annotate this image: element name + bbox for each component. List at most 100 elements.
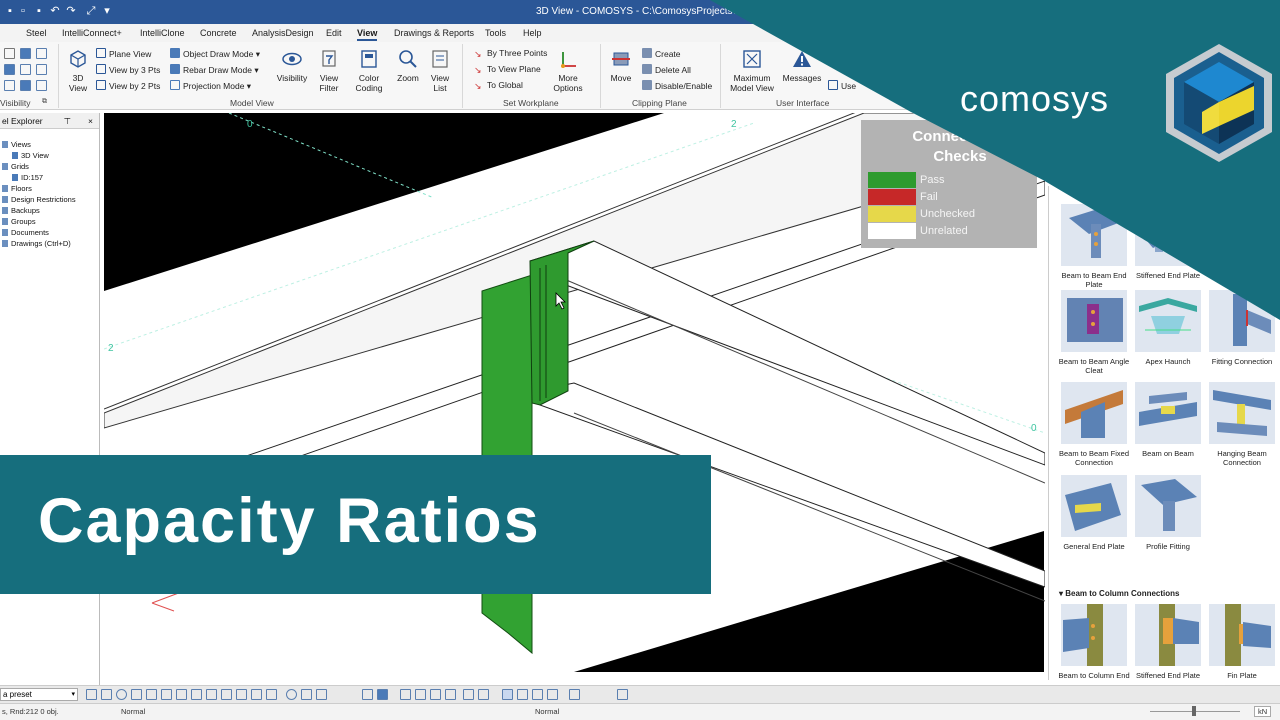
move-clipping-button[interactable]: Move	[606, 48, 636, 83]
save-as-icon[interactable]: ▪	[32, 4, 46, 18]
tangent-snap-icon[interactable]	[478, 689, 489, 700]
color-coding-button[interactable]: Color Coding	[350, 48, 388, 93]
connection-fin-plate[interactable]: Fin Plate	[1205, 604, 1279, 680]
rebar-snap-icon[interactable]	[266, 689, 277, 700]
customize-toolbar-icon[interactable]: ▾	[100, 4, 114, 18]
connection-profile-fitting[interactable]: Profile Fitting	[1131, 475, 1205, 551]
tree-item-3d-view[interactable]: 3D View	[12, 150, 49, 161]
connection-column-stiffened-end-plate[interactable]: Stiffened End Plate	[1131, 604, 1205, 680]
view-list-button[interactable]: View List	[426, 48, 454, 93]
fullscreen-icon[interactable]: ⤢	[84, 4, 98, 18]
3d-view-button[interactable]: 3D View	[64, 48, 92, 93]
select-filter-icon[interactable]	[377, 689, 388, 700]
messages-button[interactable]: Messages	[782, 48, 822, 83]
move-icon[interactable]	[502, 689, 513, 700]
workplane-icon[interactable]	[569, 689, 580, 700]
tab-analysisdesign[interactable]: AnalysisDesign	[252, 28, 314, 38]
plate-icon[interactable]	[20, 64, 31, 75]
zoom-button[interactable]: Zoom	[394, 48, 422, 83]
by-three-points-button[interactable]: ↘ By Three Points	[474, 48, 547, 59]
connection-apex-haunch[interactable]: Apex Haunch	[1131, 290, 1205, 366]
create-clipping-button[interactable]: Create	[642, 48, 681, 60]
tab-drawings-reports[interactable]: Drawings & Reports	[394, 28, 474, 38]
midpoint-snap-icon[interactable]	[445, 689, 456, 700]
measure-icon[interactable]	[617, 689, 628, 700]
tab-view[interactable]: View	[357, 28, 378, 41]
close-icon[interactable]	[4, 48, 15, 59]
bolt-icon[interactable]	[4, 80, 15, 91]
member-snap-icon[interactable]	[146, 689, 157, 700]
beam-icon[interactable]	[4, 64, 15, 75]
tab-tools[interactable]: Tools	[485, 28, 506, 38]
connection-fitting[interactable]: Fitting Connection	[1205, 290, 1279, 366]
undo-icon[interactable]: ↶	[48, 4, 62, 18]
plate-snap-icon[interactable]	[176, 689, 187, 700]
connection-beam-to-beam-end-plate[interactable]: Beam to Beam End Plate	[1057, 204, 1131, 289]
maximum-model-view-button[interactable]: Maximum Model View	[728, 48, 776, 93]
rotate-icon[interactable]	[517, 689, 528, 700]
tab-concrete[interactable]: Concrete	[200, 28, 237, 38]
tree-item-drawings[interactable]: Drawings (Ctrl+D)	[2, 238, 71, 249]
circle-snap-icon[interactable]	[116, 689, 127, 700]
view-by-2pts-button[interactable]: View by 2 Pts	[96, 80, 160, 92]
dimension-icon[interactable]	[36, 80, 47, 91]
tree-item-views[interactable]: Views	[2, 139, 31, 150]
grid-snap-icon[interactable]	[86, 689, 97, 700]
tree-item-grid-id[interactable]: ID:157	[12, 172, 43, 183]
tab-steel[interactable]: Steel	[26, 28, 47, 38]
plane-view-button[interactable]: Plane View	[96, 48, 151, 60]
mirror-icon[interactable]	[547, 689, 558, 700]
triangle-snap-icon[interactable]	[430, 689, 441, 700]
dialog-launcher-icon[interactable]: ⧉	[42, 98, 47, 106]
object-draw-mode-button[interactable]: Object Draw Mode ▾	[170, 48, 260, 60]
connection-beam-fixed[interactable]: Beam to Beam Fixed Connection	[1057, 382, 1131, 467]
tree-item-documents[interactable]: Documents	[2, 227, 49, 238]
redo-icon[interactable]: ↷	[64, 4, 78, 18]
connection-beam-to-column-end[interactable]: Beam to Column End	[1057, 604, 1131, 680]
weld-icon[interactable]	[20, 80, 31, 91]
open-folder-icon[interactable]: ▫	[16, 4, 30, 18]
weld-snap-icon[interactable]	[251, 689, 262, 700]
select-icon[interactable]	[301, 689, 312, 700]
projection-mode-button[interactable]: Projection Mode ▾	[170, 80, 251, 92]
to-view-plane-button[interactable]: ↘ To View Plane	[474, 64, 541, 75]
save-icon[interactable]: ▪	[3, 4, 17, 18]
wall-snap-icon[interactable]	[206, 689, 217, 700]
tree-item-floors[interactable]: Floors	[2, 183, 32, 194]
use-button[interactable]: Use	[828, 80, 856, 92]
connection-stiffened-end-plate[interactable]: Stiffened End Plate	[1131, 204, 1205, 280]
to-global-button[interactable]: ↘ To Global	[474, 80, 523, 91]
tab-intelliclone[interactable]: IntelliClone	[140, 28, 185, 38]
column-icon[interactable]	[36, 48, 47, 59]
filter-icon[interactable]	[316, 689, 327, 700]
tree-item-groups[interactable]: Groups	[2, 216, 36, 227]
select-all-icon[interactable]	[362, 689, 373, 700]
beam-snap-icon[interactable]	[131, 689, 142, 700]
section-beam-to-column[interactable]: ▾ Beam to Column Connections	[1059, 589, 1179, 598]
rebar-draw-mode-button[interactable]: Rebar Draw Mode ▾	[170, 64, 259, 76]
view-filter-button[interactable]: View Filter	[314, 48, 344, 93]
unit-selector[interactable]: kN	[1254, 706, 1272, 717]
copy-icon[interactable]	[532, 689, 543, 700]
sphere-icon[interactable]	[20, 48, 31, 59]
tree-item-backups[interactable]: Backups	[2, 205, 40, 216]
square-snap-icon[interactable]	[400, 689, 411, 700]
tab-edit[interactable]: Edit	[326, 28, 342, 38]
preset-select[interactable]: a preset ▾	[0, 688, 78, 701]
connection-general-end-plate[interactable]: General End Plate	[1057, 475, 1131, 551]
delete-all-clipping-button[interactable]: Delete All	[642, 64, 691, 76]
tree-item-design-restrictions[interactable]: Design Restrictions	[2, 194, 76, 205]
connection-beam-on-beam[interactable]: Beam on Beam	[1131, 382, 1205, 458]
pad-snap-icon[interactable]	[191, 689, 202, 700]
visibility-button[interactable]: Visibility	[274, 48, 310, 83]
bolt-snap-icon[interactable]	[236, 689, 247, 700]
zoom-slider-thumb[interactable]	[1192, 706, 1196, 716]
more-options-button[interactable]: More Options	[552, 48, 584, 93]
tab-intelliconnect[interactable]: IntelliConnect+	[62, 28, 122, 38]
grid-icon[interactable]	[36, 64, 47, 75]
connection-beam-angle-cleat[interactable]: Beam to Beam Angle Cleat	[1057, 290, 1131, 375]
x-snap-icon[interactable]	[415, 689, 426, 700]
close-panel-icon[interactable]: ×	[88, 113, 93, 129]
cross-snap-icon[interactable]	[101, 689, 112, 700]
perpendicular-snap-icon[interactable]	[463, 689, 474, 700]
